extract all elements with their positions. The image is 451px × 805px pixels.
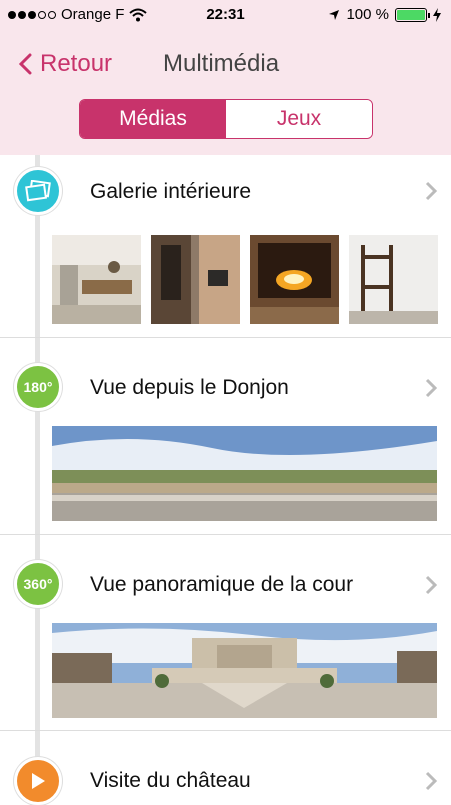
location-arrow-icon [329,9,340,20]
segmented-control: Médias Jeux [79,99,373,139]
badge-180: 180° [14,363,62,411]
gallery-thumbnail[interactable] [151,235,240,324]
list-item-panoramique[interactable]: 360° Vue panoramique de la cour [0,535,451,730]
play-icon [14,757,62,805]
panorama-thumbnail[interactable] [52,426,437,521]
tab-jeux[interactable]: Jeux [226,100,372,138]
section-title: Visite du château [90,769,251,792]
section-title: Vue panoramique de la cour [90,573,354,596]
badge-360: 360° [14,560,62,608]
list-item-donjon[interactable]: 180° Vue depuis le Donjon [0,338,451,534]
status-bar: Orange F 22:31 100 % [0,0,451,30]
battery-icon [395,7,430,22]
chevron-right-icon [425,378,437,398]
gallery-thumbnail[interactable] [349,235,438,324]
back-button[interactable]: Retour [18,50,112,78]
chevron-right-icon [425,575,437,595]
section-title: Vue depuis le Donjon [90,376,289,399]
section-title: Galerie intérieure [90,180,252,203]
back-label: Retour [40,50,113,77]
chevron-right-icon [425,181,437,201]
battery-percent: 100 % [346,6,389,23]
chevron-left-icon [18,53,32,75]
charging-icon [433,7,441,22]
media-list: Galerie intérieure 180° Vue depuis le Do… [0,155,451,805]
page-title: Multimédia [163,50,280,77]
chevron-right-icon [425,771,437,791]
tab-medias[interactable]: Médias [80,100,226,138]
list-item-visite[interactable]: Visite du château [0,731,451,805]
panorama-thumbnail[interactable] [52,623,437,718]
gallery-thumbnail[interactable] [52,235,141,324]
gallery-thumbnail[interactable] [250,235,339,324]
gallery-icon [14,167,62,215]
navigation-bar: Retour Multimédia Médias Jeux [0,30,451,155]
list-item-galerie[interactable]: Galerie intérieure [0,155,451,337]
